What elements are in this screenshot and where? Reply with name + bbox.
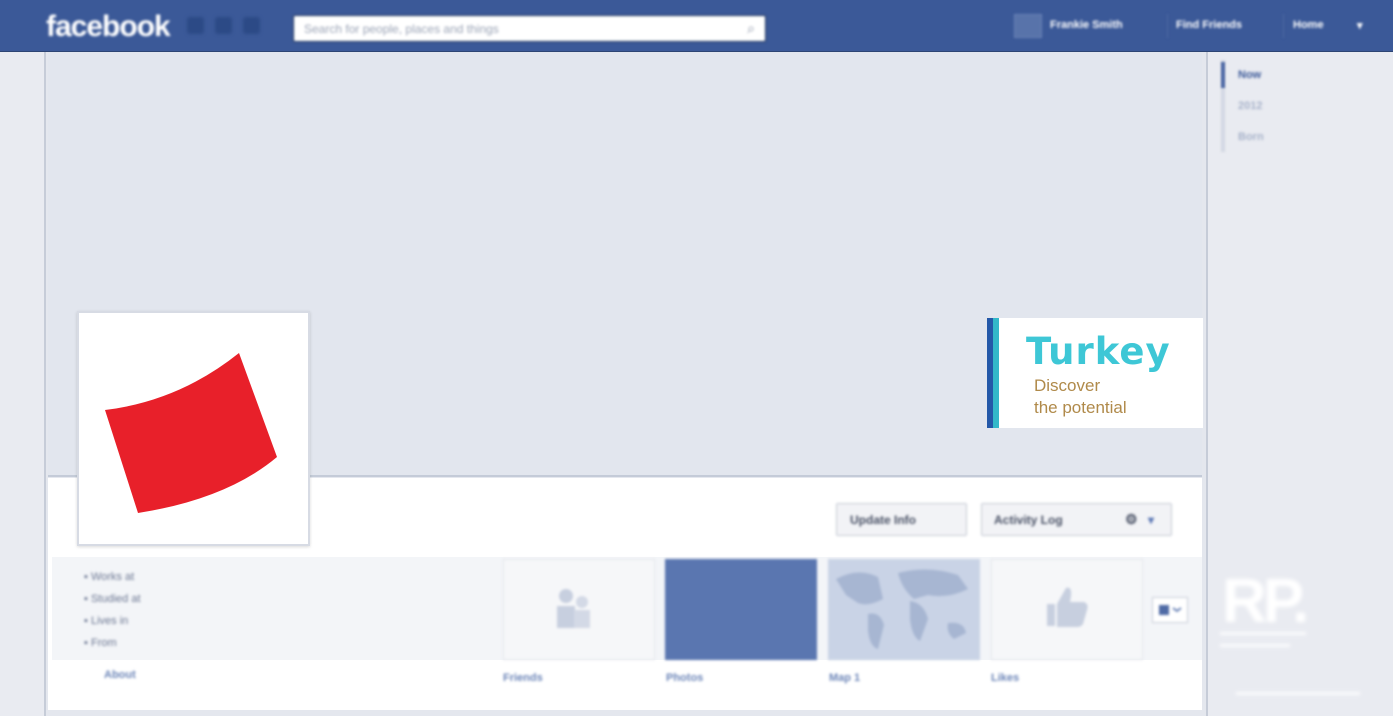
likes-label[interactable]: Likes xyxy=(991,672,1019,684)
friends-icon xyxy=(557,589,590,628)
home-link[interactable]: Home xyxy=(1293,19,1324,31)
find-friends-link[interactable]: Find Friends xyxy=(1176,19,1242,31)
rp-watermark-line xyxy=(1236,692,1360,695)
nav-divider xyxy=(1167,14,1168,38)
more-tiles-button[interactable] xyxy=(1152,597,1188,623)
map-label[interactable]: Map 1 xyxy=(829,672,860,684)
map-tile[interactable] xyxy=(828,559,980,660)
search-placeholder: Search for people, places and things xyxy=(304,22,499,36)
turkey-ad[interactable]: Turkey Discover the potential xyxy=(987,318,1203,428)
thumbs-up-icon xyxy=(1047,587,1088,627)
rp-watermark-logo: RP. xyxy=(1222,567,1309,636)
friends-tile[interactable] xyxy=(503,559,655,660)
nav-divider xyxy=(1283,14,1284,38)
rp-watermark-line xyxy=(1220,632,1306,635)
friend-requests-icon[interactable] xyxy=(187,17,204,34)
about-item-works: ▪ Works at xyxy=(84,571,135,583)
rp-watermark-line xyxy=(1220,644,1290,647)
top-navigation-bar: facebook Search for people, places and t… xyxy=(0,0,1393,52)
profile-logo-shape xyxy=(105,353,277,513)
update-info-button[interactable]: Update Info xyxy=(836,503,967,536)
ad-tagline-line1: Discover xyxy=(1034,376,1101,395)
profile-picture[interactable] xyxy=(77,311,310,546)
timeline-2012[interactable]: 2012 xyxy=(1238,100,1262,112)
timeline-born[interactable]: Born xyxy=(1238,131,1264,143)
gear-icon[interactable]: ⚙ xyxy=(1125,511,1138,528)
timeline-scrubber-active xyxy=(1221,62,1225,88)
activity-log-label: Activity Log xyxy=(994,513,1063,527)
search-input[interactable]: Search for people, places and things ⌕ xyxy=(293,15,766,42)
account-menu-caret[interactable]: ▾ xyxy=(1357,19,1363,32)
facebook-logo[interactable]: facebook xyxy=(46,10,171,44)
ad-stripe-turquoise xyxy=(993,318,999,428)
activity-log-button[interactable]: Activity Log ⚙ ▾ xyxy=(981,503,1172,536)
search-icon[interactable]: ⌕ xyxy=(747,20,755,37)
messages-icon[interactable] xyxy=(215,17,232,34)
timeline-now[interactable]: Now xyxy=(1238,69,1261,81)
profile-link[interactable]: Frankie Smith xyxy=(1050,19,1123,31)
about-link[interactable]: About xyxy=(104,669,136,681)
likes-tile[interactable] xyxy=(991,559,1143,660)
user-avatar[interactable] xyxy=(1014,14,1042,38)
photos-label[interactable]: Photos xyxy=(666,672,703,684)
about-item-lives: ▪ Lives in xyxy=(84,615,129,627)
about-item-studied: ▪ Studied at xyxy=(84,593,141,605)
ad-brand: Turkey xyxy=(1026,330,1171,373)
notifications-icon[interactable] xyxy=(243,17,260,34)
chevron-right-icon xyxy=(1159,605,1182,615)
update-info-label: Update Info xyxy=(850,513,916,527)
world-map-icon xyxy=(836,569,968,649)
chevron-down-icon[interactable]: ▾ xyxy=(1148,513,1154,527)
friends-label[interactable]: Friends xyxy=(503,672,543,684)
about-item-from: ▪ From xyxy=(84,637,117,649)
photos-tile[interactable] xyxy=(665,559,817,660)
ad-tagline-line2: the potential xyxy=(1034,398,1127,417)
